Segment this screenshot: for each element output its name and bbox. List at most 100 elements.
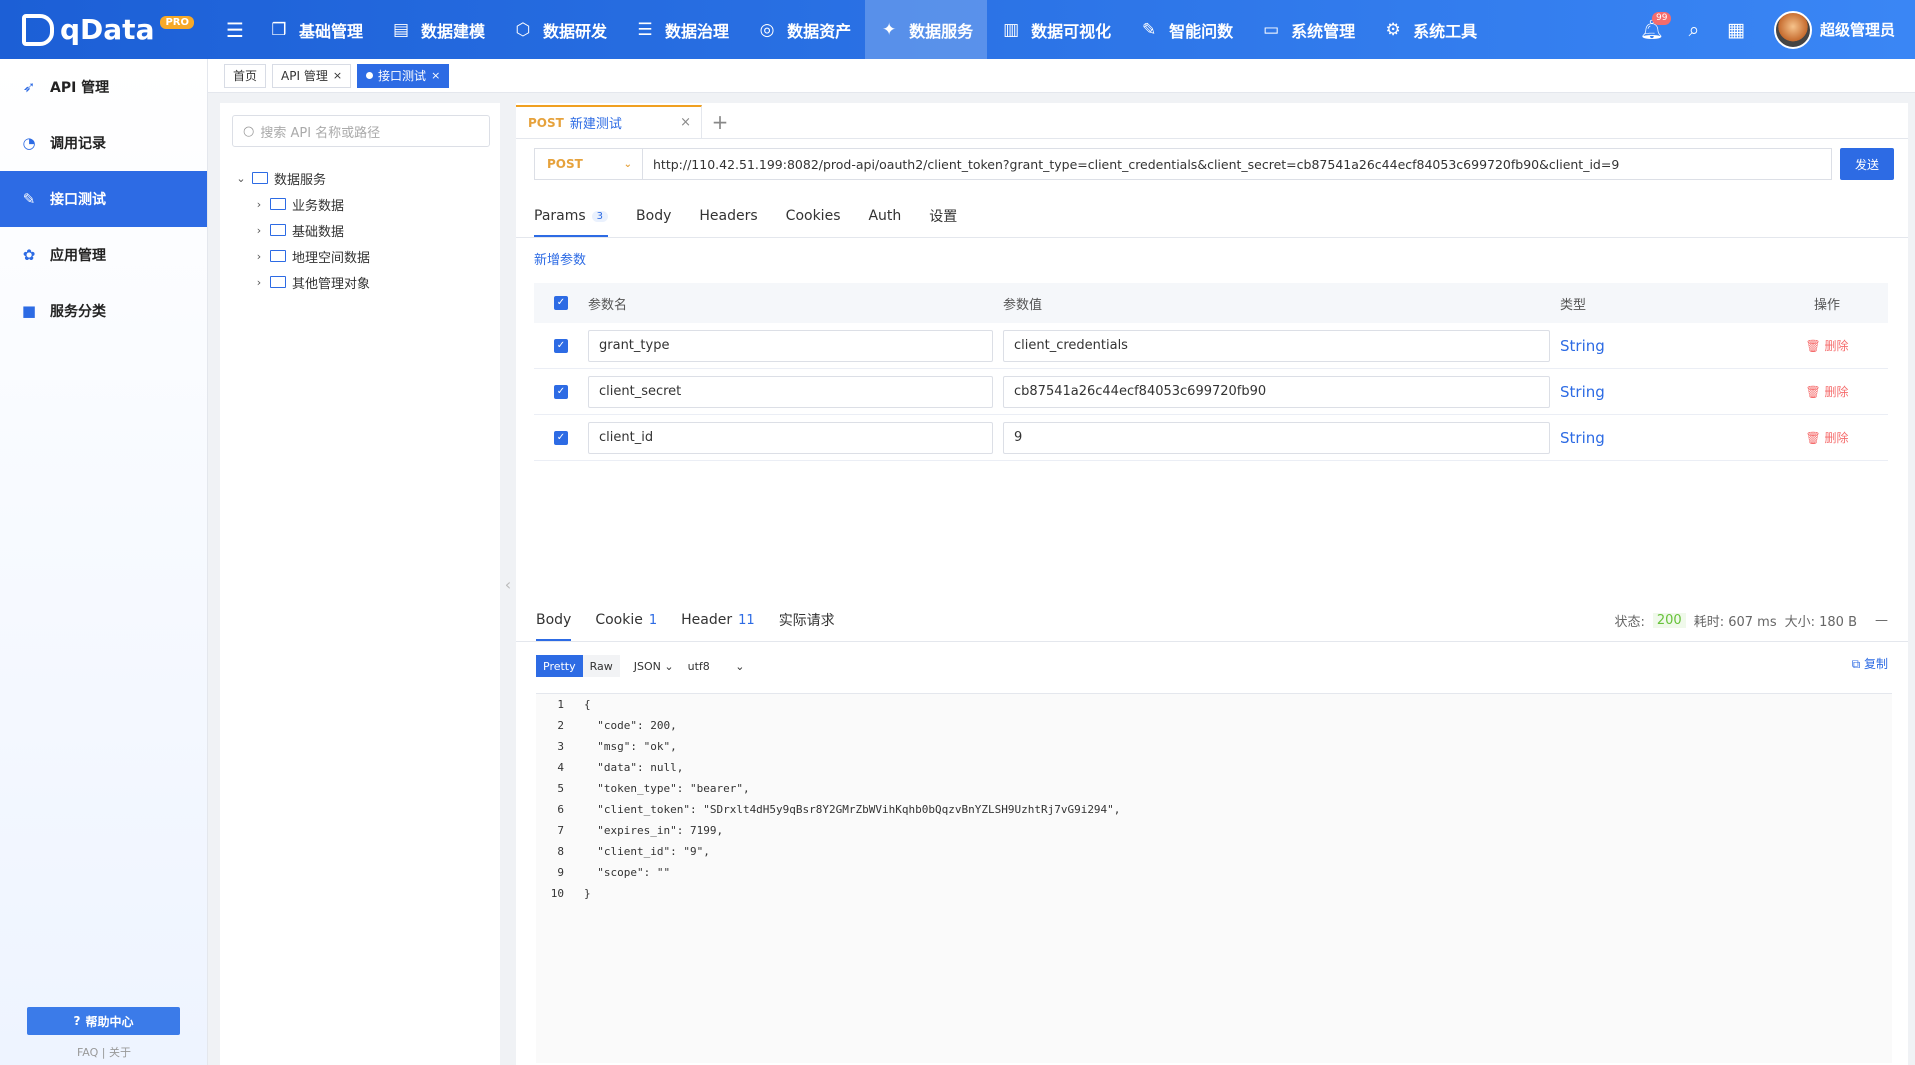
nav-item-basic[interactable]: ❒ 基础管理 <box>255 0 377 59</box>
tag-home[interactable]: 首页 <box>224 63 267 88</box>
nav-item-assets[interactable]: ◎ 数据资产 <box>743 0 865 59</box>
response-tab-header[interactable]: Header 11 <box>681 603 755 637</box>
close-icon[interactable]: × <box>333 69 342 82</box>
bell-icon[interactable]: 🔔︎ 99 <box>1634 0 1672 59</box>
tab-headers[interactable]: Headers <box>699 199 757 233</box>
language-select[interactable]: JSON ⌄ <box>634 660 674 673</box>
params-table: ✓ 参数名 参数值 类型 操作 ✓ grant_type client_cred… <box>534 283 1888 461</box>
sidebar-item-call-records[interactable]: ◔ 调用记录 <box>0 115 207 171</box>
sidebar-item-service-category[interactable]: ■ 服务分类 <box>0 283 207 339</box>
close-icon[interactable]: × <box>680 115 691 130</box>
cube-icon: ❒ <box>271 19 287 40</box>
api-tree: ⌄ 数据服务 › 业务数据 › 基础数据 › 地理空间数据 › 其他管理对象 <box>234 165 494 295</box>
chevron-down-icon: ⌄ <box>236 171 246 185</box>
folder-icon <box>270 250 286 262</box>
code-line: 9 "scope": "" <box>557 866 671 879</box>
delete-button[interactable]: 🗑︎ 删除 <box>1805 429 1848 446</box>
grid-menu-icon[interactable]: ▦ <box>1718 0 1754 59</box>
nav-item-service[interactable]: ✦ 数据服务 <box>865 0 988 59</box>
nav-item-modeling[interactable]: ▤ 数据建模 <box>377 0 499 59</box>
param-value-input[interactable]: client_credentials <box>1003 329 1550 362</box>
row-checkbox[interactable]: ✓ <box>554 384 568 399</box>
table-row: ✓ client_secret cb87541a26c44ecf84053c69… <box>534 369 1888 415</box>
delete-button[interactable]: 🗑︎ 删除 <box>1805 337 1848 354</box>
monitor-icon: ▭ <box>1263 19 1280 40</box>
avatar[interactable] <box>1773 10 1812 49</box>
url-row: POST ⌄ http://110.42.51.199:8082/prod-api… <box>534 148 1906 182</box>
format-pretty-button[interactable]: Pretty <box>536 655 583 677</box>
tree-node[interactable]: › 基础数据 <box>234 217 494 243</box>
row-checkbox[interactable]: ✓ <box>554 430 568 445</box>
record-icon: ◔ <box>22 134 36 152</box>
response-tab-actual-request[interactable]: 实际请求 <box>779 603 835 637</box>
param-type[interactable]: String <box>1560 383 1605 401</box>
tab-settings[interactable]: 设置 <box>929 199 957 233</box>
menu-toggle-icon[interactable]: ☰ <box>215 0 255 59</box>
nav-item-system[interactable]: ▭ 系统管理 <box>1247 0 1369 59</box>
folder-icon <box>270 198 286 210</box>
code-line: 4 "data": null, <box>557 761 684 774</box>
param-value-input[interactable]: cb87541a26c44ecf84053c699720fb90 <box>1003 375 1550 408</box>
minimize-icon[interactable]: — <box>1875 613 1888 628</box>
copy-button[interactable]: ⧉ 复制 <box>1852 655 1888 672</box>
add-param-link[interactable]: 新增参数 <box>534 249 586 268</box>
tree-node[interactable]: › 其他管理对象 <box>234 269 494 295</box>
help-icon: ? <box>73 1014 81 1028</box>
close-icon[interactable]: × <box>431 69 440 82</box>
search-icon[interactable]: ⌕ <box>1676 0 1712 59</box>
tab-cookies[interactable]: Cookies <box>786 199 841 233</box>
api-search-input[interactable]: ○ 搜索 API 名称或路径 <box>232 115 490 147</box>
format-raw-button[interactable]: Raw <box>582 655 620 677</box>
nav-item-dev[interactable]: ⬡ 数据研发 <box>499 0 621 59</box>
app-logo[interactable]: qData PRO <box>0 0 205 59</box>
apps-icon: ✿ <box>22 246 36 264</box>
add-tab-icon[interactable]: + <box>702 105 738 138</box>
tags-bar: 首页 API 管理 × 接口测试 × <box>208 59 1915 93</box>
tree-node[interactable]: › 地理空间数据 <box>234 243 494 269</box>
param-name-input[interactable]: client_secret <box>588 375 993 408</box>
collapse-panel-icon[interactable]: ‹ <box>500 103 516 1065</box>
tree-node-root[interactable]: ⌄ 数据服务 <box>234 165 494 191</box>
tree-node[interactable]: › 业务数据 <box>234 191 494 217</box>
param-type[interactable]: String <box>1560 429 1605 447</box>
tab-params[interactable]: Params 3 <box>534 199 609 237</box>
send-button[interactable]: 发送 <box>1840 148 1894 180</box>
params-count-badge: 3 <box>591 210 609 222</box>
book-icon: ▤ <box>392 19 410 40</box>
user-name[interactable]: 超级管理员 <box>1820 19 1895 40</box>
encoding-select[interactable]: utf8 ⌄ <box>688 660 745 673</box>
code-line: 7 "expires_in": 7199, <box>557 824 724 837</box>
sidebar-item-api-management[interactable]: ➶ API 管理 <box>0 59 207 115</box>
nav-item-governance[interactable]: ☰ 数据治理 <box>621 0 743 59</box>
tab-body[interactable]: Body <box>636 199 671 233</box>
select-all-checkbox[interactable]: ✓ <box>554 296 568 310</box>
response-tab-body[interactable]: Body <box>536 603 572 641</box>
param-name-input[interactable]: grant_type <box>588 329 993 362</box>
response-tab-cookie[interactable]: Cookie 1 <box>595 603 657 637</box>
param-type[interactable]: String <box>1560 337 1605 355</box>
method-select[interactable]: POST ⌄ <box>534 148 642 180</box>
param-value-input[interactable]: 9 <box>1003 421 1550 454</box>
params-table-header: ✓ 参数名 参数值 类型 操作 <box>534 283 1888 323</box>
sidebar-footer-links[interactable]: FAQ | 关于 <box>0 1044 208 1060</box>
sidebar-item-api-test[interactable]: ✎ 接口测试 <box>0 171 207 227</box>
sidebar-item-app-management[interactable]: ✿ 应用管理 <box>0 227 207 283</box>
param-name-input[interactable]: client_id <box>588 421 993 454</box>
url-input[interactable]: http://110.42.51.199:8082/prod-api/oauth… <box>642 148 1832 180</box>
nav-item-visualization[interactable]: ▥ 数据可视化 <box>987 0 1125 59</box>
tag-api-management[interactable]: API 管理 × <box>272 63 352 88</box>
tag-api-test[interactable]: 接口测试 × <box>357 63 450 88</box>
row-checkbox[interactable]: ✓ <box>554 338 568 353</box>
request-tab-new-test[interactable]: POST 新建测试 × <box>516 105 702 138</box>
request-tab-method: POST <box>528 115 564 130</box>
folder-icon <box>270 276 286 288</box>
trash-icon: 🗑︎ <box>1805 339 1825 353</box>
nav-item-ai-query[interactable]: ✎ 智能问数 <box>1125 0 1247 59</box>
tab-auth[interactable]: Auth <box>868 199 901 233</box>
delete-button[interactable]: 🗑︎ 删除 <box>1805 383 1848 400</box>
target-icon: ◎ <box>759 19 775 40</box>
help-center-button[interactable]: ? 帮助中心 <box>27 1007 180 1035</box>
response-code-view[interactable]: 1{ 2 "code": 200, 3 "msg": "ok", 4 "data… <box>536 693 1892 1063</box>
database-icon: ☰ <box>637 19 653 40</box>
nav-item-tools[interactable]: ⚙ 系统工具 <box>1369 0 1491 59</box>
